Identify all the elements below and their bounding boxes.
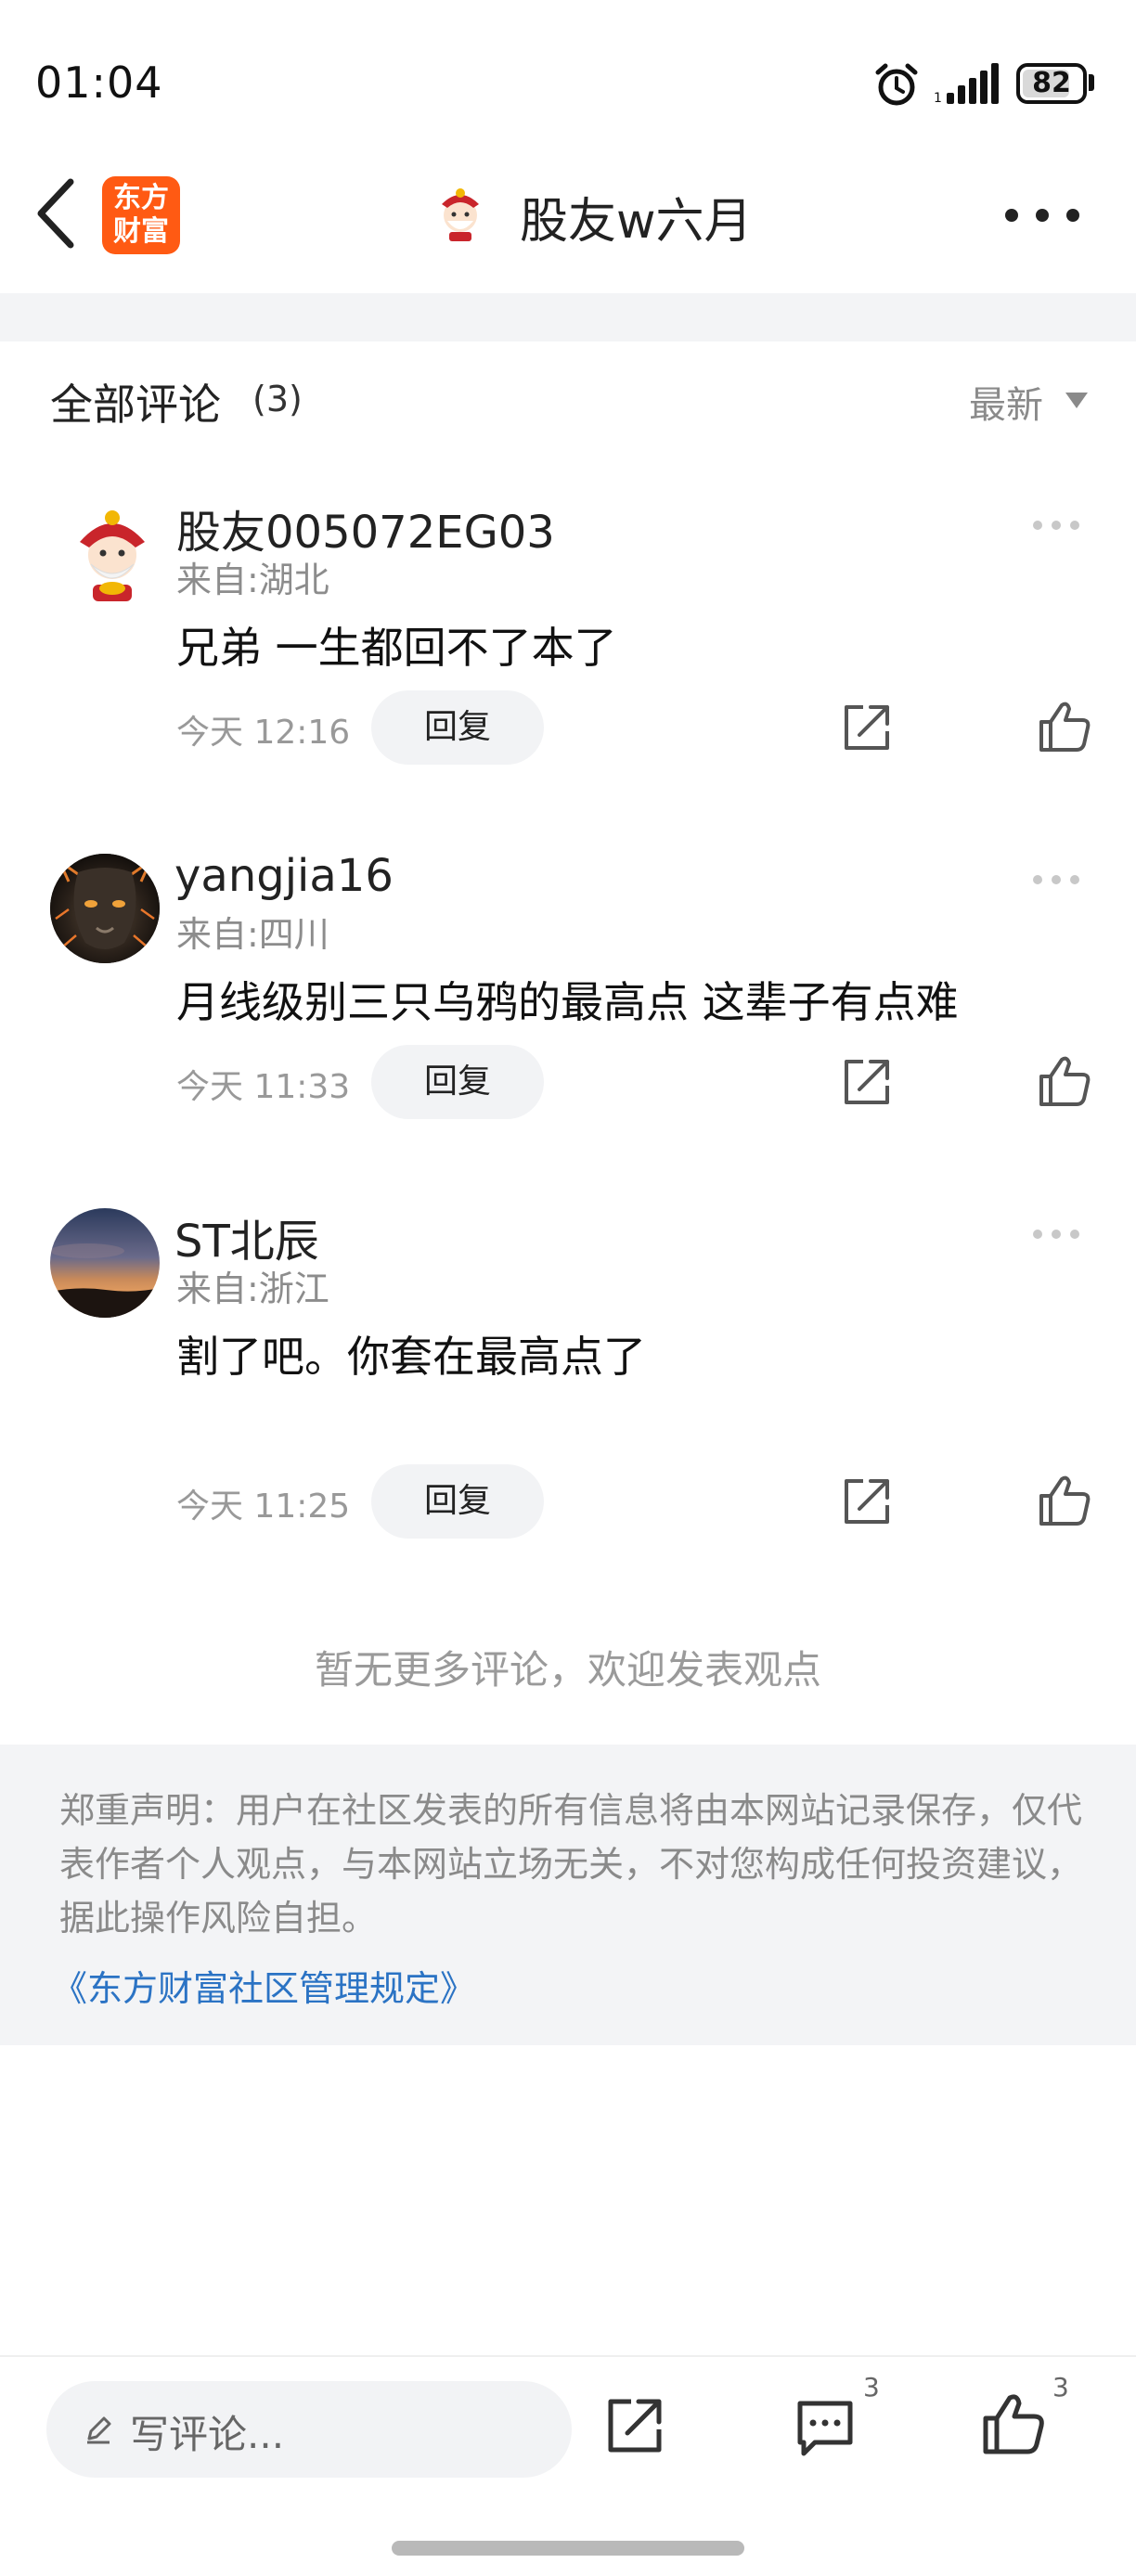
like-icon[interactable] <box>1038 1054 1091 1108</box>
app-logo[interactable]: 东方 财富 <box>102 176 180 254</box>
comment-text: 割了吧。你套在最高点了 <box>176 1332 646 1382</box>
comment-avatar[interactable] <box>58 499 167 609</box>
back-arrow-icon[interactable] <box>30 174 82 252</box>
like-icon[interactable] <box>982 2392 1045 2455</box>
user-avatar-icon <box>442 188 479 241</box>
svg-text:1: 1 <box>934 91 942 106</box>
community-rules-link[interactable]: 《东方财富社区管理规定》 <box>52 1960 475 2011</box>
app-logo-line2: 财富 <box>113 215 169 248</box>
comment-location: 来自:四川 <box>176 914 329 955</box>
share-icon[interactable] <box>841 1056 893 1108</box>
comment-more-icon[interactable] <box>1030 872 1082 887</box>
sort-dropdown[interactable]: 最新 <box>969 375 1043 429</box>
battery-indicator: 82 <box>1016 63 1087 104</box>
home-indicator[interactable] <box>392 2541 744 2556</box>
comment-time: 今天 12:16 <box>176 714 351 752</box>
status-time: 01:04 <box>35 58 163 108</box>
battery-tip <box>1089 74 1094 91</box>
like-icon[interactable] <box>1038 1474 1091 1527</box>
comment-time: 今天 11:33 <box>176 1068 351 1106</box>
comment-time: 今天 11:25 <box>176 1488 351 1526</box>
comment-input-placeholder[interactable]: 写评论... <box>130 2403 284 2460</box>
comment-more-icon[interactable] <box>1030 1227 1082 1242</box>
panther-avatar-icon <box>50 854 160 963</box>
more-options-icon[interactable] <box>1002 202 1082 228</box>
bottom-bar-divider <box>0 2355 1136 2357</box>
comment-avatar[interactable] <box>50 1208 160 1318</box>
reply-button[interactable]: 回复 <box>371 690 544 765</box>
share-icon[interactable] <box>605 2396 665 2455</box>
god-of-wealth-icon <box>58 499 167 609</box>
disclaimer-text: 郑重声明：用户在社区发表的所有信息将由本网站记录保存，仅代表作者个人观点，与本网… <box>59 1790 1083 1938</box>
comment-avatar[interactable] <box>50 854 160 963</box>
comments-count: (3) <box>252 379 303 419</box>
reply-button[interactable]: 回复 <box>371 1045 544 1119</box>
comment-count-badge: 3 <box>863 2372 880 2402</box>
triangle-down-icon[interactable] <box>1064 390 1090 410</box>
sunset-avatar-icon <box>50 1208 160 1318</box>
comments-section-title: 全部评论 <box>50 380 221 430</box>
signal-icon: 1 <box>934 63 999 106</box>
comment-text: 月线级别三只乌鸦的最高点 这辈子有点难 <box>176 977 959 1027</box>
section-divider <box>0 293 1136 341</box>
comment-icon[interactable] <box>794 2398 856 2457</box>
comment-location: 来自:浙江 <box>176 1269 329 1309</box>
app-logo-line1: 东方 <box>113 182 169 214</box>
page-title: 股友w六月 <box>520 194 753 250</box>
share-icon[interactable] <box>841 1475 893 1527</box>
comment-location: 来自:湖北 <box>176 560 329 600</box>
like-count-badge: 3 <box>1052 2372 1069 2402</box>
no-more-comments-text: 暂无更多评论，欢迎发表观点 <box>314 1647 821 1693</box>
comment-input[interactable] <box>46 2381 572 2478</box>
reply-button[interactable]: 回复 <box>371 1464 544 1539</box>
like-icon[interactable] <box>1038 700 1091 753</box>
comment-text: 兄弟 一生都回不了本了 <box>176 623 617 673</box>
alarm-icon <box>875 63 918 106</box>
share-icon[interactable] <box>841 702 893 753</box>
pencil-icon <box>87 2416 111 2444</box>
battery-level: 82 <box>1032 67 1071 99</box>
comment-username[interactable]: yangjia16 <box>174 850 394 902</box>
comment-more-icon[interactable] <box>1030 518 1082 533</box>
